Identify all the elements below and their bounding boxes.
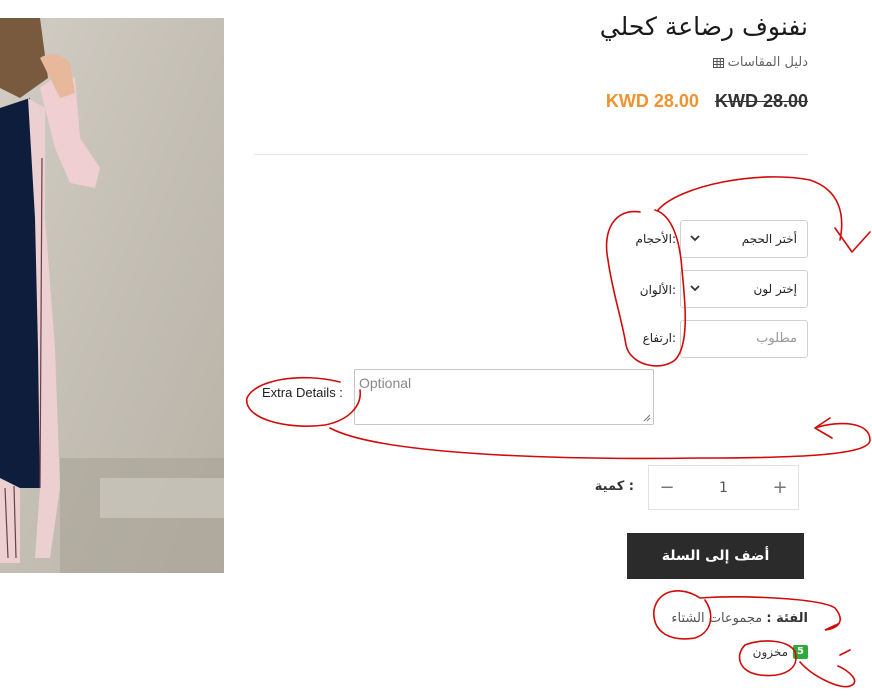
height-input[interactable]: مطلوب [680, 320, 808, 358]
minus-icon[interactable]: − [649, 477, 685, 498]
extra-details-placeholder: Optional [359, 375, 412, 391]
quantity-value[interactable]: 1 [685, 480, 762, 496]
product-title: نفنوف رضاعة كحلي [599, 12, 808, 41]
add-to-cart-button[interactable]: أضف إلى السلة [627, 533, 804, 579]
chevron-down-icon [690, 235, 700, 242]
sizes-label: :الأحجام [635, 232, 676, 246]
quantity-stepper[interactable]: − 1 + [648, 465, 799, 510]
resize-grip-icon[interactable] [642, 413, 651, 422]
category-row: الفئة : مجموعات الشتاء [671, 611, 808, 626]
chevron-down-icon [690, 285, 700, 292]
stock-row: 5 مخزون [753, 645, 808, 659]
height-input-placeholder: مطلوب [756, 331, 797, 346]
extra-details-label: Extra Details : [262, 385, 343, 400]
product-photo-illustration [0, 18, 224, 573]
size-guide-link[interactable]: دليل المقاسات [712, 55, 808, 70]
color-select[interactable]: إختر لون [680, 270, 808, 308]
height-label: :ارتفاع [642, 331, 676, 345]
extra-details-textarea[interactable]: Optional [354, 369, 654, 425]
divider [254, 154, 808, 155]
size-select-value: أختر الحجم [741, 232, 797, 246]
category-link[interactable]: مجموعات الشتاء [671, 611, 762, 626]
stock-label: مخزون [752, 645, 789, 659]
product-image[interactable] [0, 18, 224, 573]
quantity-label: : كمية [594, 479, 634, 494]
original-price: KWD 28.00 [714, 91, 808, 111]
stock-count-badge: 5 [793, 645, 808, 659]
price-row: KWD 28.00 KWD 28.00 [606, 91, 808, 112]
colors-label: :الألوان [639, 283, 676, 297]
category-label: الفئة : [766, 611, 808, 626]
size-select[interactable]: أختر الحجم [680, 220, 808, 258]
sale-price: KWD 28.00 [605, 91, 699, 111]
plus-icon[interactable]: + [762, 477, 798, 498]
size-guide-label: دليل المقاسات [727, 55, 808, 70]
grid-icon [712, 57, 724, 68]
color-select-value: إختر لون [753, 282, 797, 296]
